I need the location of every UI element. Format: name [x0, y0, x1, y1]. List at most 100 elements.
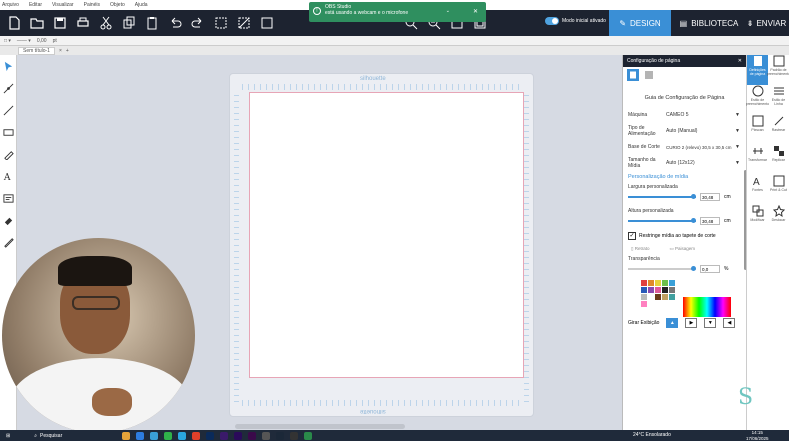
color-spectrum[interactable]: [683, 297, 731, 317]
machine-select[interactable]: Máquina CAMEO 5 ▼: [623, 107, 746, 123]
portrait-button[interactable]: ▯ Retrato: [631, 246, 650, 252]
color-swatch[interactable]: [669, 294, 675, 300]
close-tab-icon[interactable]: ×: [59, 48, 62, 54]
media-encoder-icon[interactable]: [248, 431, 257, 440]
edge-icon[interactable]: [136, 431, 145, 440]
color-swatch[interactable]: [641, 280, 647, 286]
menu-ajuda[interactable]: Ajuda: [135, 2, 148, 8]
color-swatch[interactable]: [655, 280, 661, 286]
color-swatch[interactable]: [669, 287, 675, 293]
color-swatch[interactable]: [641, 294, 647, 300]
deselect-icon[interactable]: [235, 14, 253, 32]
menu-editar[interactable]: Editar: [29, 2, 42, 8]
paste-icon[interactable]: [143, 14, 161, 32]
tab-send[interactable]: ⇟ ENVIAR: [744, 10, 789, 36]
silhouette-icon[interactable]: [304, 431, 313, 440]
menu-paineis[interactable]: Painéis: [84, 2, 100, 8]
after-effects-icon[interactable]: [220, 431, 229, 440]
store-icon[interactable]: [150, 431, 159, 440]
taskbar-clock[interactable]: 14:15 17/06/2025: [746, 430, 769, 441]
close-icon[interactable]: ✕: [473, 8, 478, 15]
pixscan-button[interactable]: Pixscan: [747, 115, 768, 145]
modify-button[interactable]: Modificar: [747, 205, 768, 235]
add-tab-icon[interactable]: +: [66, 48, 69, 54]
tab-grid-icon[interactable]: [643, 69, 655, 81]
feed-type-select[interactable]: Tipo de Alimentação Auto (Manual) ▼: [623, 123, 746, 139]
capcut-icon[interactable]: [262, 431, 271, 440]
horizontal-scrollbar[interactable]: [235, 424, 405, 429]
line-tool-icon[interactable]: [0, 99, 17, 121]
redo-icon[interactable]: [189, 14, 207, 32]
color-swatch[interactable]: [662, 294, 668, 300]
rotate-0-button[interactable]: ▲: [666, 318, 679, 328]
tab-library[interactable]: ▤ BIBLIOTECA: [674, 10, 744, 36]
text-box-icon[interactable]: [0, 187, 17, 209]
group-icon[interactable]: [258, 14, 276, 32]
premiere-icon[interactable]: [234, 431, 243, 440]
chrome-icon[interactable]: [192, 431, 201, 440]
landscape-button[interactable]: ▭ Paisagem: [670, 246, 696, 252]
save-icon[interactable]: [51, 14, 69, 32]
cutting-mat-select[interactable]: Base de Corte CURIO 2 (relevo) 30,5 x 30…: [623, 139, 746, 155]
transform-button[interactable]: Transformar: [747, 145, 768, 175]
print-icon[interactable]: [74, 14, 92, 32]
color-swatch[interactable]: [669, 280, 675, 286]
open-folder-icon[interactable]: [28, 14, 46, 32]
color-swatch[interactable]: [648, 287, 654, 293]
color-swatch[interactable]: [641, 301, 647, 307]
point-edit-icon[interactable]: [0, 77, 17, 99]
weather-widget[interactable]: 24°C Ensolarado: [633, 432, 671, 438]
custom-height-input[interactable]: 30,48: [700, 217, 720, 225]
cut-icon[interactable]: [97, 14, 115, 32]
color-swatch[interactable]: [662, 287, 668, 293]
offset-button[interactable]: Deslocar: [768, 205, 789, 235]
line-style-button[interactable]: Estilo de Linha: [768, 85, 789, 115]
home-mode-toggle[interactable]: Modo inicial ativado: [545, 17, 606, 25]
menu-visualizar[interactable]: Visualizar: [52, 2, 74, 8]
obs-notification[interactable]: ! OBS Studio está usando a webcam e o mi…: [309, 2, 486, 22]
color-swatch[interactable]: [648, 280, 654, 286]
rotate-90-button[interactable]: ▶: [685, 318, 698, 328]
rectangle-tool-icon[interactable]: [0, 121, 17, 143]
color-swatch[interactable]: [662, 280, 668, 286]
media-size-select[interactable]: Tamanho da Mídia Auto (12x12) ▼: [623, 155, 746, 171]
tab-design[interactable]: ✎ DESIGN: [609, 10, 671, 36]
obs-icon[interactable]: [290, 431, 299, 440]
file-explorer-icon[interactable]: [122, 431, 131, 440]
eraser-tool-icon[interactable]: [0, 209, 17, 231]
tab-page-icon[interactable]: [627, 69, 639, 81]
windows-start-icon[interactable]: ⊞: [6, 433, 10, 439]
rotate-270-button[interactable]: ◀: [723, 318, 736, 328]
page-area[interactable]: [249, 92, 524, 378]
trace-button[interactable]: Rastrear: [768, 115, 789, 145]
page-settings-panel-button[interactable]: Definições de página: [747, 55, 768, 85]
fill-pattern-button[interactable]: Padrão de preenchimento: [767, 55, 789, 85]
line-style-icon[interactable]: —— ▾: [17, 38, 31, 44]
panel-close-icon[interactable]: ✕: [738, 58, 742, 64]
whatsapp-icon[interactable]: [164, 431, 173, 440]
select-all-icon[interactable]: [212, 14, 230, 32]
photoshop-icon[interactable]: [206, 431, 215, 440]
tab-document[interactable]: Sem título-1: [18, 46, 55, 55]
replicate-button[interactable]: Replicar: [768, 145, 789, 175]
restrict-media-row[interactable]: ✓ Restringe mídia ao tapete de corte: [623, 232, 746, 240]
new-file-icon[interactable]: [5, 14, 23, 32]
restrict-media-checkbox[interactable]: ✓: [628, 232, 636, 240]
steam-icon[interactable]: [276, 431, 285, 440]
telegram-icon[interactable]: [178, 431, 187, 440]
fill-style-button[interactable]: Estilo de preenchimento: [746, 85, 769, 115]
pencil-tool-icon[interactable]: [0, 143, 17, 165]
transparency-slider[interactable]: [628, 266, 696, 271]
text-tool-icon[interactable]: A: [0, 165, 17, 187]
line-width-value[interactable]: 0,00: [37, 38, 47, 44]
custom-width-slider[interactable]: [628, 194, 696, 199]
menu-arquivo[interactable]: Arquivo: [2, 2, 19, 8]
knife-tool-icon[interactable]: [0, 231, 17, 253]
custom-height-slider[interactable]: [628, 218, 696, 223]
transparency-input[interactable]: 0,0: [700, 265, 720, 273]
taskbar-search[interactable]: ⌕ Pesquisar: [34, 433, 62, 439]
color-swatch[interactable]: [641, 287, 647, 293]
color-swatch[interactable]: [655, 287, 661, 293]
color-swatch[interactable]: [648, 294, 654, 300]
color-swatch[interactable]: [655, 294, 661, 300]
